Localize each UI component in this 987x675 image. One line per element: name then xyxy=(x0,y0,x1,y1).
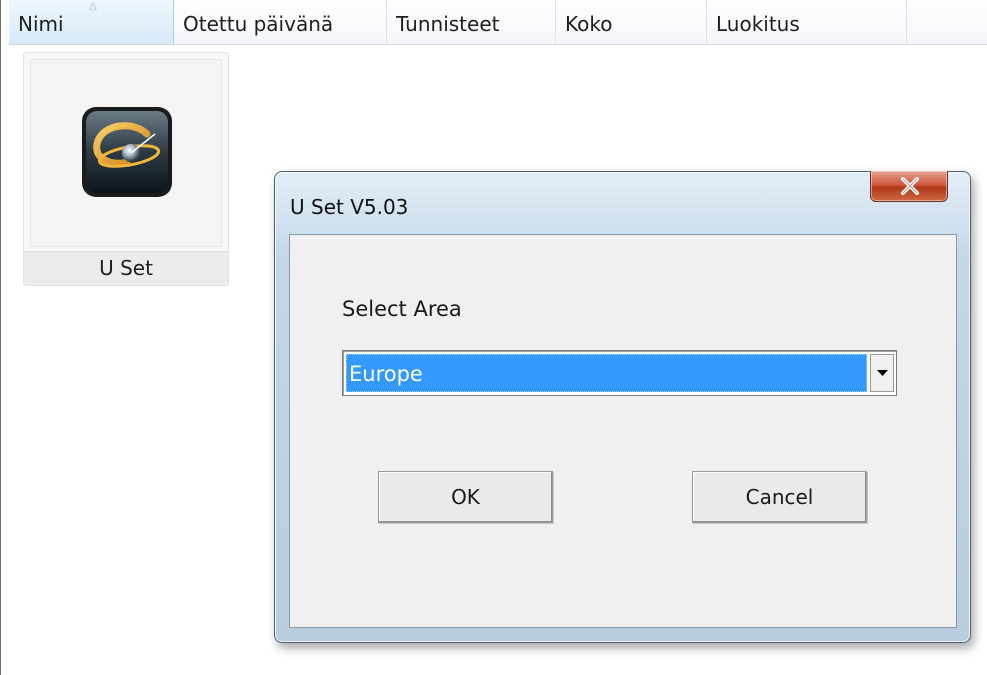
column-header-label: Nimi xyxy=(18,12,64,36)
dialog-body: Select Area Europe OK Cancel xyxy=(289,234,957,628)
close-button[interactable] xyxy=(870,171,948,202)
sort-arrow-icon: △ xyxy=(89,1,97,12)
dialog-title: U Set V5.03 xyxy=(290,195,409,219)
cancel-button[interactable]: Cancel xyxy=(692,471,867,523)
column-header-empty[interactable] xyxy=(907,0,980,44)
column-header-rating[interactable]: Luokitus xyxy=(707,0,907,44)
column-header-label: Koko xyxy=(565,12,613,36)
column-header-name[interactable]: △ Nimi xyxy=(9,0,174,44)
close-x-icon xyxy=(901,177,919,195)
area-select-value: Europe xyxy=(346,354,867,392)
column-header-date-taken[interactable]: Otettu päivänä xyxy=(174,0,387,44)
select-area-label: Select Area xyxy=(342,297,462,321)
chevron-down-icon xyxy=(877,370,888,376)
column-header-bar: △ Nimi Otettu päivänä Tunnisteet Koko Lu… xyxy=(9,0,987,45)
column-header-label: Luokitus xyxy=(716,12,800,36)
area-select[interactable]: Europe xyxy=(342,350,897,396)
column-header-label: Tunnisteet xyxy=(396,12,500,36)
column-header-tags[interactable]: Tunnisteet xyxy=(387,0,556,44)
column-header-label: Otettu päivänä xyxy=(183,12,334,36)
ok-button[interactable]: OK xyxy=(378,471,553,523)
u-set-app-icon xyxy=(82,107,172,197)
file-name-label: U Set xyxy=(24,251,228,285)
area-dropdown-button[interactable] xyxy=(870,354,894,392)
file-item-u-set[interactable]: U Set xyxy=(23,52,229,286)
column-header-size[interactable]: Koko xyxy=(556,0,707,44)
u-set-dialog: U Set V5.03 Select Area Europe OK Cancel xyxy=(274,171,971,643)
explorer-window: △ Nimi Otettu päivänä Tunnisteet Koko Lu… xyxy=(0,0,987,675)
file-thumbnail xyxy=(30,59,222,247)
